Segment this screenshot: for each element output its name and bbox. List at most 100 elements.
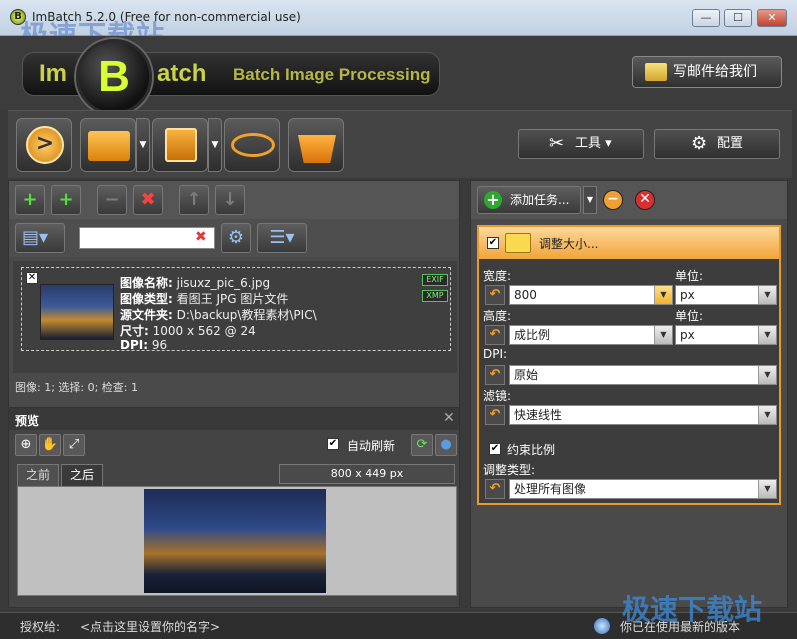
- resize-type-select[interactable]: 处理所有图像 ▼: [509, 479, 777, 499]
- add-task-dropdown[interactable]: ▼: [583, 186, 597, 214]
- close-preview-icon[interactable]: ✕: [443, 410, 455, 426]
- view-mode-icon[interactable]: ☰▾: [257, 223, 307, 253]
- width-reset-icon[interactable]: ↶: [485, 285, 505, 305]
- image-folder-row: 源文件夹: D:\backup\教程素材\PIC\: [120, 308, 317, 322]
- save-button[interactable]: [152, 118, 208, 172]
- close-button[interactable]: ✕: [757, 9, 787, 27]
- chevron-down-icon[interactable]: ▼: [758, 366, 776, 384]
- move-up-icon[interactable]: ↑: [179, 185, 209, 215]
- open-dropdown[interactable]: ▼: [136, 118, 150, 172]
- resize-type-reset-icon[interactable]: ↶: [485, 479, 505, 499]
- preview-title: 预览: [15, 414, 40, 428]
- basket-icon: [298, 135, 336, 163]
- minimize-button[interactable]: —: [692, 9, 720, 27]
- add-folder-icon[interactable]: +: [51, 185, 81, 215]
- app-header: Im B atch Batch Image Processing 写邮件给我们: [0, 36, 797, 115]
- remove-all-icon[interactable]: ✖: [133, 185, 163, 215]
- clear-search-icon[interactable]: ✖: [195, 229, 207, 245]
- folder-icon: [88, 131, 130, 161]
- width-unit-select[interactable]: px ▼: [675, 285, 777, 305]
- save-dropdown[interactable]: ▼: [208, 118, 222, 172]
- filter-menu-icon[interactable]: ▤▾: [15, 223, 65, 253]
- item-checkbox[interactable]: ✕: [26, 272, 38, 284]
- preview-tabs: 之前 之后 800 x 449 px: [17, 464, 457, 486]
- email-us-button[interactable]: 写邮件给我们: [632, 56, 782, 88]
- dpi-reset-icon[interactable]: ↶: [485, 365, 505, 385]
- fit-icon[interactable]: ⤢: [63, 434, 85, 456]
- remove-task-icon[interactable]: −: [603, 190, 623, 210]
- dpi-select[interactable]: 原始 ▼: [509, 365, 777, 385]
- image-size-row: 尺寸: 1000 x 562 @ 24: [120, 324, 256, 338]
- height-reset-icon[interactable]: ↶: [485, 325, 505, 345]
- auto-refresh-checkbox[interactable]: ✔: [327, 438, 339, 450]
- image-settings-icon[interactable]: ⚙: [221, 223, 251, 253]
- resize-type-label: 调整类型:: [483, 463, 536, 477]
- open-button[interactable]: [80, 118, 136, 172]
- filter-reset-icon[interactable]: ↶: [485, 405, 505, 425]
- wrench-icon: ✂: [549, 133, 565, 154]
- delete-task-icon[interactable]: ✕: [635, 190, 655, 210]
- refresh-icon[interactable]: ⟳: [411, 434, 433, 456]
- tab-before[interactable]: 之前: [17, 464, 60, 486]
- tools-label: 工具 ▾: [575, 136, 612, 151]
- height-unit-select[interactable]: px ▼: [675, 325, 777, 345]
- width-field[interactable]: 800 ▼: [509, 285, 673, 305]
- chevron-down-icon[interactable]: ▼: [758, 326, 776, 344]
- chevron-down-icon[interactable]: ▼: [758, 406, 776, 424]
- preview-button[interactable]: [224, 118, 280, 172]
- license-name-link[interactable]: <点击这里设置你的名字>: [80, 618, 220, 635]
- chevron-down-icon[interactable]: ▼: [758, 480, 776, 498]
- eye-icon: [231, 133, 275, 157]
- width-unit-label: 单位:: [675, 269, 704, 283]
- task-panel: + 添加任务... ▼ − ✕ ✔ 调整大小... 宽度: 单位: ↶ 800 ▼…: [470, 180, 788, 608]
- add-icon: +: [484, 191, 502, 209]
- image-list-toolbar: + + − ✖ ↑ ↓: [9, 181, 459, 219]
- task-toolbar: + 添加任务... ▼ − ✕: [471, 181, 787, 219]
- keep-ratio-checkbox[interactable]: ✔: [489, 443, 501, 455]
- license-label: 授权给:: [20, 620, 61, 634]
- move-down-icon[interactable]: ↓: [215, 185, 245, 215]
- hand-icon[interactable]: ✋: [39, 434, 61, 456]
- image-panel: + + − ✖ ↑ ↓ ▤▾ ✖ ⚙ ☰▾ ✕ 图像名称: jisuxz_pic…: [8, 180, 460, 608]
- logo-text-right: atch: [157, 60, 207, 87]
- resize-icon: [505, 233, 531, 253]
- image-dpi-row: DPI: 96: [120, 338, 168, 352]
- zoom-icon[interactable]: ⊕: [15, 434, 37, 456]
- logo-subtitle: Batch Image Processing: [233, 65, 431, 84]
- play-icon: >: [26, 126, 64, 164]
- task-header[interactable]: ✔ 调整大小...: [479, 227, 779, 259]
- height-unit-label: 单位:: [675, 309, 704, 323]
- height-field[interactable]: 成比例 ▼: [509, 325, 673, 345]
- list-item[interactable]: ✕ 图像名称: jisuxz_pic_6.jpg 图像类型: 看图王 JPG 图…: [21, 267, 451, 352]
- settings-label: 配置: [717, 136, 744, 151]
- tools-button[interactable]: ✂ 工具 ▾: [518, 129, 644, 159]
- add-task-button[interactable]: + 添加任务...: [477, 186, 581, 214]
- run-button[interactable]: >: [16, 118, 72, 172]
- task-enabled-checkbox[interactable]: ✔: [487, 237, 499, 249]
- xmp-badge: XMP: [422, 290, 448, 302]
- logo: Im B atch Batch Image Processing: [22, 39, 440, 115]
- chevron-down-icon[interactable]: ▼: [758, 286, 776, 304]
- filter-bar: ▤▾ ✖ ⚙ ☰▾: [9, 219, 459, 257]
- email-us-label: 写邮件给我们: [673, 64, 757, 80]
- maximize-button[interactable]: ☐: [724, 9, 752, 27]
- preview-canvas[interactable]: [17, 486, 457, 596]
- image-type-row: 图像类型: 看图王 JPG 图片文件: [120, 292, 289, 306]
- settings-button[interactable]: ⚙ 配置: [654, 129, 780, 159]
- filter-select[interactable]: 快速线性 ▼: [509, 405, 777, 425]
- gear-icon: ⚙: [691, 133, 708, 154]
- preview-toolbar: ⊕ ✋ ⤢ ✔ 自动刷新 ⟳ ●: [9, 432, 459, 458]
- globe-icon[interactable]: ●: [435, 434, 457, 456]
- chevron-down-icon[interactable]: ▼: [654, 286, 672, 304]
- preview-image: [144, 489, 326, 593]
- keep-ratio-label: 约束比例: [507, 443, 556, 457]
- basket-button[interactable]: [288, 118, 344, 172]
- remove-image-icon[interactable]: −: [97, 185, 127, 215]
- tab-after[interactable]: 之后: [61, 464, 104, 486]
- chevron-down-icon[interactable]: ▼: [654, 326, 672, 344]
- add-image-icon[interactable]: +: [15, 185, 45, 215]
- filter-label: 滤镜:: [483, 389, 512, 403]
- main-toolbar: > ▼ ▼ ✂ 工具 ▾ ⚙ 配置: [8, 110, 792, 178]
- height-label: 高度:: [483, 309, 512, 323]
- floppy-icon: [165, 128, 197, 162]
